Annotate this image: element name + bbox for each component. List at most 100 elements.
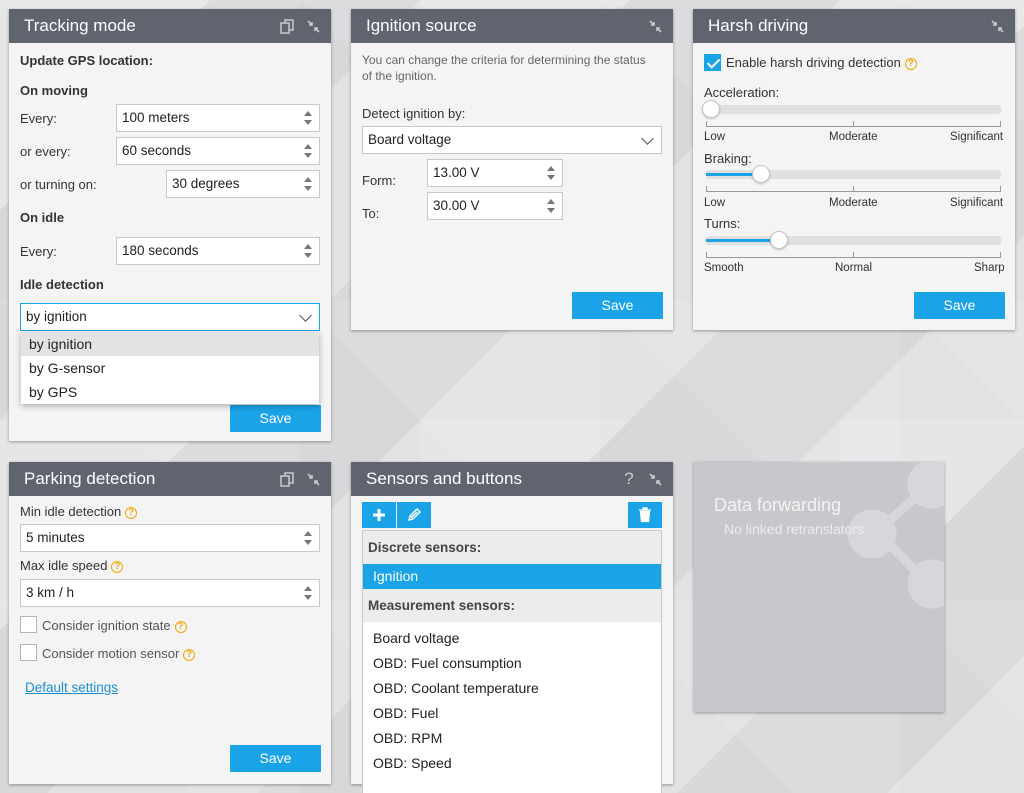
share-icon <box>847 462 944 609</box>
forwarding-subtitle: No linked retranslators <box>724 521 865 537</box>
detect-label: Detect ignition by: <box>362 106 466 121</box>
detect-value: Board voltage <box>368 132 452 147</box>
help-icon[interactable]: ? <box>183 648 196 661</box>
turns-fill <box>706 239 774 242</box>
collapse-icon[interactable] <box>647 471 663 487</box>
help-icon[interactable]: ? <box>125 506 138 519</box>
idle-detection-label: Idle detection <box>20 277 104 292</box>
spinner-icon[interactable] <box>304 175 312 193</box>
max-speed-input[interactable]: 3 km / h <box>20 579 320 607</box>
scale-low: Low <box>704 131 726 143</box>
enable-harsh-label: Enable harsh driving detection? <box>726 55 917 70</box>
slider-thumb[interactable] <box>752 165 771 183</box>
tick <box>706 186 707 192</box>
list-item[interactable]: Board voltage <box>363 626 661 651</box>
turns-slider[interactable] <box>706 231 1001 249</box>
panel-title: Parking detection <box>24 469 156 488</box>
idle-detection-dropdown: by ignition by G-sensor by GPS <box>21 332 319 404</box>
edit-sensor-button[interactable] <box>397 502 431 528</box>
forwarding-title: Data forwarding <box>714 495 842 515</box>
parking-detection-panel: Parking detection Min idle detection? 5 … <box>9 462 331 784</box>
dropdown-option[interactable]: by GPS <box>21 380 319 404</box>
scale-mid: Normal <box>835 262 873 274</box>
scale-mid: Moderate <box>829 131 878 143</box>
spinner-icon[interactable] <box>304 109 312 127</box>
every-label: Every: <box>20 111 57 126</box>
enable-harsh-checkbox[interactable] <box>704 54 721 71</box>
form-voltage-input[interactable]: 13.00 V <box>427 159 563 187</box>
spinner-icon[interactable] <box>547 164 555 182</box>
acceleration-slider[interactable] <box>702 100 1001 118</box>
distance-input[interactable]: 100 meters <box>116 104 320 132</box>
help-icon[interactable]: ? <box>904 57 917 70</box>
braking-label: Braking: <box>704 151 752 166</box>
interval-input[interactable]: 60 seconds <box>116 137 320 165</box>
dropdown-option[interactable]: by ignition <box>21 332 319 356</box>
panel-title: Harsh driving <box>708 16 809 35</box>
detect-select[interactable]: Board voltage <box>362 126 662 154</box>
list-item[interactable]: OBD: RPM <box>363 726 661 751</box>
slider-thumb[interactable] <box>702 100 720 118</box>
slider-thumb[interactable] <box>769 231 788 249</box>
discrete-header: Discrete sensors: <box>363 531 661 564</box>
save-button[interactable]: Save <box>914 292 1005 319</box>
tick <box>1000 252 1001 258</box>
spinner-icon[interactable] <box>304 584 312 602</box>
idle-interval-input[interactable]: 180 seconds <box>116 237 320 265</box>
spinner-icon[interactable] <box>304 142 312 160</box>
save-button[interactable]: Save <box>572 292 663 319</box>
scale-mid: Moderate <box>829 197 878 209</box>
min-idle-input[interactable]: 5 minutes <box>20 524 320 552</box>
scale-line <box>706 186 1001 192</box>
turning-input[interactable]: 30 degrees <box>166 170 320 198</box>
list-item[interactable]: OBD: Coolant temperature <box>363 676 661 701</box>
sensor-list: Discrete sensors: Ignition Measurement s… <box>362 530 662 793</box>
list-item[interactable]: Ignition <box>363 564 661 589</box>
add-sensor-button[interactable] <box>362 502 396 528</box>
ignition-state-text: Consider ignition state <box>42 618 171 633</box>
harsh-driving-panel: Harsh driving Enable harsh driving detec… <box>693 9 1015 330</box>
idle-interval-value: 180 seconds <box>122 243 199 258</box>
tick <box>853 186 854 192</box>
save-button[interactable]: Save <box>230 405 321 432</box>
spinner-icon[interactable] <box>547 197 555 215</box>
collapse-icon[interactable] <box>989 18 1005 34</box>
ignition-description: You can change the criteria for determin… <box>362 53 646 83</box>
scale-high: Sharp <box>974 262 1005 274</box>
scale-low: Smooth <box>704 262 744 274</box>
list-item[interactable]: OBD: Fuel <box>363 701 661 726</box>
ignition-source-panel: Ignition source You can change the crite… <box>351 9 673 330</box>
interval-value: 60 seconds <box>122 143 192 158</box>
collapse-icon[interactable] <box>305 18 321 34</box>
ignition-state-checkbox[interactable] <box>20 616 37 633</box>
to-voltage-value: 30.00 V <box>433 198 480 213</box>
help-icon[interactable]: ? <box>174 620 187 633</box>
save-button[interactable]: Save <box>230 745 321 772</box>
to-voltage-input[interactable]: 30.00 V <box>427 192 563 220</box>
list-item[interactable]: OBD: Speed <box>363 751 661 776</box>
dropdown-option[interactable]: by G-sensor <box>21 356 319 380</box>
tick <box>853 252 854 258</box>
list-item[interactable]: OBD: Fuel consumption <box>363 651 661 676</box>
panel-title: Ignition source <box>366 16 477 35</box>
panel-header: Parking detection <box>9 462 331 496</box>
braking-slider[interactable] <box>706 165 1001 183</box>
turning-value: 30 degrees <box>172 176 240 191</box>
copy-icon[interactable] <box>279 18 295 34</box>
spinner-icon[interactable] <box>304 242 312 260</box>
spinner-icon[interactable] <box>304 529 312 547</box>
data-forwarding-panel[interactable]: Data forwarding No linked retranslators <box>694 462 944 712</box>
help-icon[interactable]: ? <box>621 469 637 488</box>
form-voltage-value: 13.00 V <box>433 165 480 180</box>
collapse-icon[interactable] <box>647 18 663 34</box>
idle-detection-select[interactable]: by ignition <box>20 303 320 331</box>
copy-icon[interactable] <box>279 471 295 487</box>
default-settings-link[interactable]: Default settings <box>25 680 118 695</box>
collapse-icon[interactable] <box>305 471 321 487</box>
form-label: Form: <box>362 173 396 188</box>
idle-every-label: Every: <box>20 244 57 259</box>
ignition-state-label: Consider ignition state? <box>42 618 187 633</box>
motion-sensor-checkbox[interactable] <box>20 644 37 661</box>
delete-sensor-button[interactable] <box>628 502 662 528</box>
help-icon[interactable]: ? <box>111 560 124 573</box>
